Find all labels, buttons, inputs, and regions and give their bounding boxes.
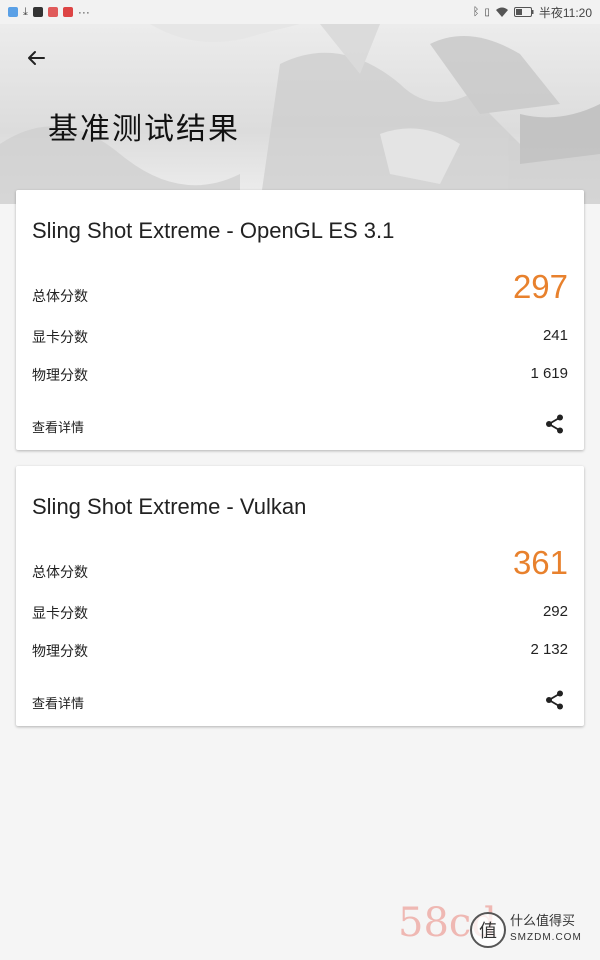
result-card-title: Sling Shot Extreme - Vulkan (32, 494, 307, 519)
result-card-vulkan: Sling Shot Extreme - Vulkan 总体分数 361 显卡分… (16, 466, 584, 726)
arrow-left-icon (28, 51, 45, 65)
physics-score-label: 物理分数 (32, 644, 88, 660)
bluetooth-icon: ᛒ (472, 6, 480, 18)
header-banner: 基准测试结果 (0, 24, 600, 204)
status-time: 半夜11:20 (538, 5, 592, 20)
physics-score-value: 1 619 (530, 365, 568, 382)
graphics-score-value: 292 (542, 603, 568, 620)
smzdm-text: 什么值得买 SMZDM.COM (510, 914, 582, 946)
graphics-score-value: 241 (542, 327, 568, 344)
smzdm-watermark: 值 什么值得买 SMZDM.COM (470, 912, 582, 948)
smzdm-logo: 值 (470, 912, 506, 948)
smzdm-url: SMZDM.COM (510, 932, 582, 943)
result-card-title: Sling Shot Extreme - OpenGL ES 3.1 (32, 218, 395, 243)
total-score-label: 总体分数 (32, 289, 88, 305)
share-button[interactable] (542, 687, 568, 713)
view-details-link[interactable]: 查看详情 (32, 417, 84, 436)
download-icon: ⤓ (23, 5, 28, 18)
graphics-score-label: 显卡分数 (32, 330, 88, 346)
notification-app-icon (8, 7, 18, 17)
total-score-label: 总体分数 (32, 565, 88, 581)
status-bar-notifications: ⤓ ··· (8, 5, 90, 19)
more-notifications-icon: ··· (77, 5, 90, 19)
physics-score-value: 2 132 (530, 641, 568, 658)
back-button[interactable] (22, 44, 50, 72)
total-score-value: 297 (512, 268, 568, 305)
battery-icon (513, 7, 534, 17)
result-card-opengl: Sling Shot Extreme - OpenGL ES 3.1 总体分数 … (16, 190, 584, 450)
view-details-link[interactable]: 查看详情 (32, 693, 84, 712)
status-bar: ⤓ ··· ᛒ ▯ 半夜11:20 (0, 0, 600, 24)
physics-score-label: 物理分数 (32, 368, 88, 384)
notification-app-icon (62, 7, 73, 17)
total-score-value: 361 (512, 544, 568, 581)
status-bar-system: ᛒ ▯ 半夜11:20 (473, 4, 592, 21)
wifi-icon (495, 7, 508, 17)
page-title: 基准测试结果 (48, 112, 240, 147)
tiktok-icon (32, 7, 43, 17)
smzdm-name: 什么值得买 (510, 914, 576, 929)
share-icon (546, 414, 563, 434)
share-button[interactable] (542, 411, 568, 437)
notification-app-icon (47, 7, 58, 17)
vibrate-icon: ▯ (484, 6, 490, 18)
graphics-score-label: 显卡分数 (32, 606, 88, 622)
share-icon (546, 690, 563, 710)
